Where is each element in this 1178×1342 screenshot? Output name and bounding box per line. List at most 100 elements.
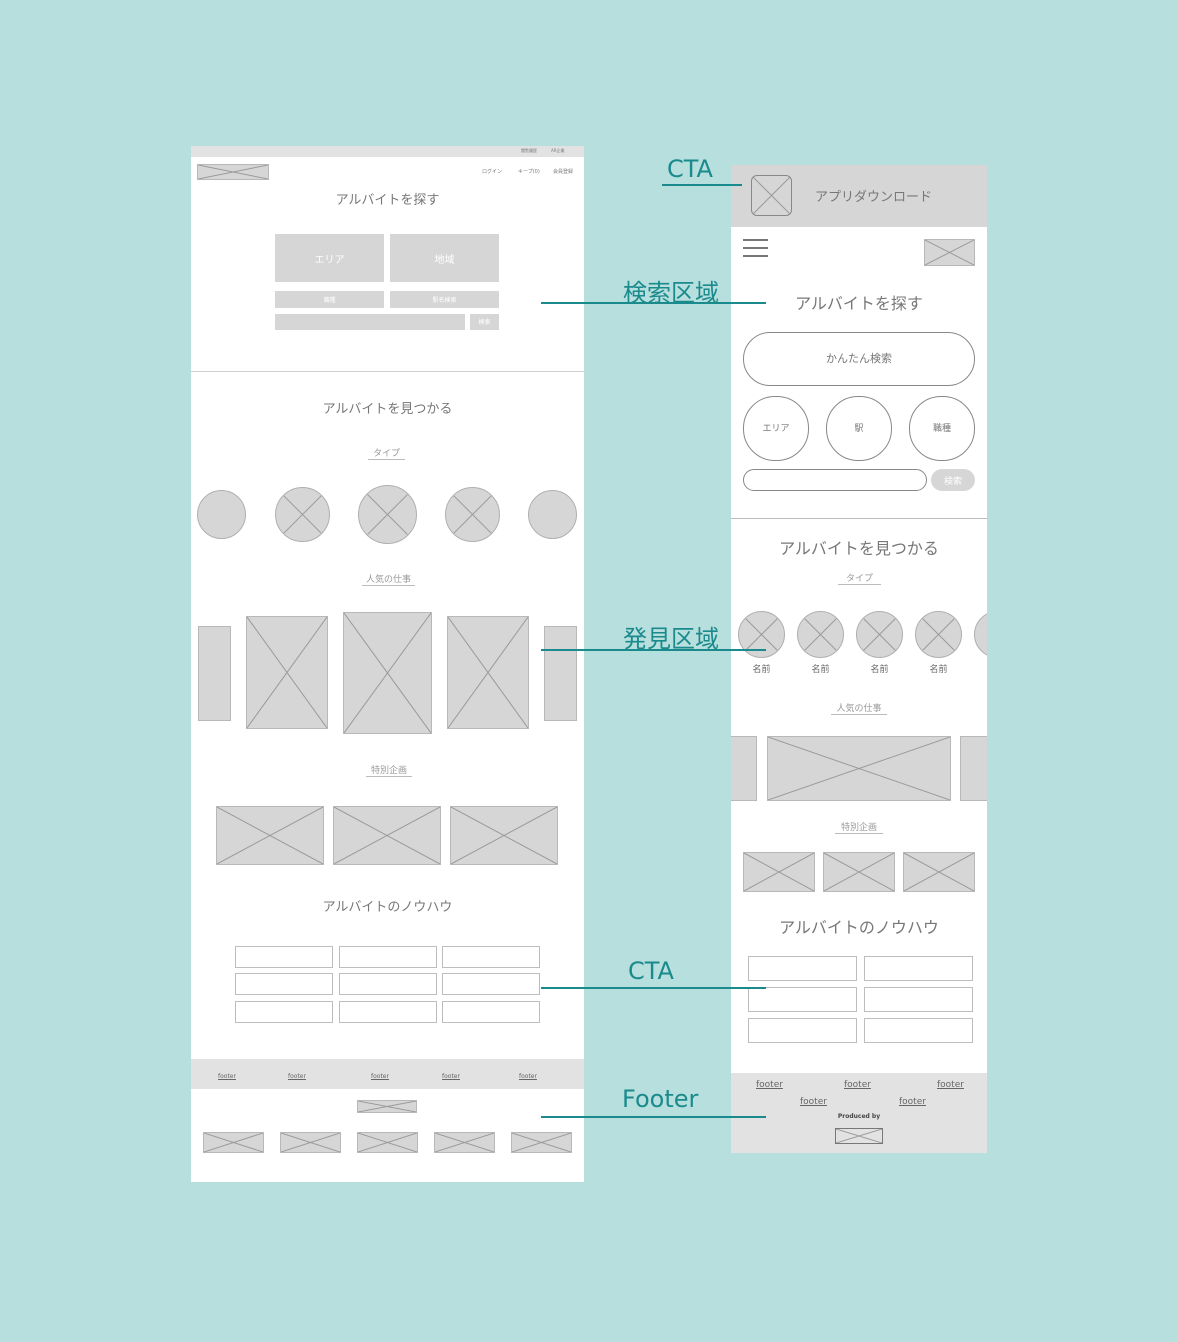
type-name: 名前 bbox=[752, 665, 771, 675]
mobile-job-label: 職種 bbox=[932, 424, 951, 434]
footer-link[interactable]: footer bbox=[371, 1073, 389, 1080]
mobile-type-circle-5[interactable] bbox=[974, 611, 987, 658]
type-circle-4[interactable] bbox=[445, 487, 500, 542]
placeholder-x-icon bbox=[334, 807, 440, 864]
special-card-1[interactable] bbox=[216, 806, 324, 865]
mobile-knowhow-item[interactable] bbox=[748, 987, 857, 1012]
knowhow-item[interactable] bbox=[442, 1001, 540, 1023]
section-divider bbox=[191, 371, 584, 372]
mobile-logo[interactable] bbox=[924, 239, 975, 266]
topbar-link-history[interactable]: 閲覧履歴 bbox=[521, 148, 537, 154]
callout-footer-line bbox=[541, 1116, 766, 1118]
placeholder-x-icon bbox=[798, 612, 843, 657]
mobile-search-submit[interactable]: 検索 bbox=[931, 469, 975, 491]
knowhow-item[interactable] bbox=[235, 973, 333, 995]
mobile-discover-title: アルバイトを見つかる bbox=[779, 539, 939, 558]
mobile-special-card-3[interactable] bbox=[903, 852, 975, 892]
mobile-knowhow-item[interactable] bbox=[748, 956, 857, 981]
callout-discover-line bbox=[541, 649, 766, 651]
mobile-footer-link[interactable]: footer bbox=[756, 1080, 783, 1090]
mobile-popular-card-right[interactable] bbox=[960, 736, 987, 801]
popular-card-4[interactable] bbox=[447, 616, 529, 729]
mobile-type-label: タイプ bbox=[838, 571, 881, 585]
mobile-knowhow-item[interactable] bbox=[748, 1018, 857, 1043]
special-card-3[interactable] bbox=[450, 806, 558, 865]
mobile-area-label: エリア bbox=[762, 424, 790, 434]
mobile-knowhow-item[interactable] bbox=[864, 1018, 973, 1043]
mobile-popular-card-main[interactable] bbox=[767, 736, 951, 801]
knowhow-item[interactable] bbox=[339, 973, 437, 995]
mobile-footer-link[interactable]: footer bbox=[800, 1097, 827, 1107]
mobile-footer-link[interactable]: footer bbox=[844, 1080, 871, 1090]
footer-banner[interactable] bbox=[280, 1132, 341, 1153]
callout-cta-mid-label: CTA bbox=[628, 957, 674, 985]
mobile-type-circle-2[interactable] bbox=[797, 611, 844, 658]
mobile-footer-link[interactable]: footer bbox=[899, 1097, 926, 1107]
mobile-knowhow-item[interactable] bbox=[864, 987, 973, 1012]
placeholder-x-icon bbox=[824, 853, 894, 891]
mobile-cta-banner[interactable]: アプリダウンロード bbox=[731, 165, 987, 227]
popular-card-1[interactable] bbox=[198, 626, 231, 721]
knowhow-item[interactable] bbox=[235, 946, 333, 968]
placeholder-x-icon bbox=[281, 1133, 340, 1152]
nav-keep[interactable]: キープ(0) bbox=[518, 168, 540, 175]
knowhow-item[interactable] bbox=[442, 973, 540, 995]
station-search-button[interactable]: 駅名検索 bbox=[390, 291, 499, 308]
mobile-station-button[interactable]: 駅 bbox=[826, 396, 892, 461]
footer-link[interactable]: footer bbox=[218, 1073, 236, 1080]
mobile-type-circle-3[interactable] bbox=[856, 611, 903, 658]
footer-link[interactable]: footer bbox=[519, 1073, 537, 1080]
region-button-label: 地域 bbox=[434, 255, 455, 266]
footer-banner[interactable] bbox=[203, 1132, 264, 1153]
mobile-type-circle-4[interactable] bbox=[915, 611, 962, 658]
popular-card-5[interactable] bbox=[544, 626, 577, 721]
topbar-link-company[interactable]: AR企業 bbox=[551, 148, 565, 154]
mobile-footer-link[interactable]: footer bbox=[937, 1080, 964, 1090]
area-button[interactable]: エリア bbox=[275, 234, 384, 282]
mobile-area-button[interactable]: エリア bbox=[743, 396, 809, 461]
knowhow-item[interactable] bbox=[339, 946, 437, 968]
knowhow-item[interactable] bbox=[442, 946, 540, 968]
type-circle-1[interactable] bbox=[197, 490, 246, 539]
footer-banner[interactable] bbox=[511, 1132, 572, 1153]
region-button[interactable]: 地域 bbox=[390, 234, 499, 282]
mobile-search-submit-label: 検索 bbox=[943, 477, 962, 487]
desktop-popular-label: 人気の仕事 bbox=[362, 572, 415, 586]
easy-search-button[interactable]: かんたん検索 bbox=[743, 332, 975, 386]
footer-banner[interactable] bbox=[357, 1132, 418, 1153]
type-circle-5[interactable] bbox=[528, 490, 577, 539]
type-circle-2[interactable] bbox=[275, 487, 330, 542]
mobile-knowhow-item[interactable] bbox=[864, 956, 973, 981]
easy-search-label: かんたん検索 bbox=[826, 352, 892, 365]
mobile-popular-card-left[interactable] bbox=[731, 736, 757, 801]
mobile-special-label: 特別企画 bbox=[835, 820, 883, 834]
hamburger-menu-icon[interactable] bbox=[743, 239, 768, 259]
nav-register[interactable]: 会員登録 bbox=[553, 168, 573, 175]
desktop-search-input[interactable] bbox=[275, 314, 465, 330]
placeholder-x-icon bbox=[435, 1133, 494, 1152]
desktop-search-submit[interactable]: 検索 bbox=[470, 314, 499, 330]
desktop-topbar: 閲覧履歴 AR企業 bbox=[191, 146, 584, 157]
placeholder-x-icon bbox=[744, 853, 814, 891]
popular-card-3[interactable] bbox=[343, 612, 432, 734]
knowhow-item[interactable] bbox=[339, 1001, 437, 1023]
job-button[interactable]: 職種 bbox=[275, 291, 384, 308]
type-circle-3[interactable] bbox=[358, 485, 417, 544]
mobile-job-button[interactable]: 職種 bbox=[909, 396, 975, 461]
footer-link[interactable]: footer bbox=[442, 1073, 460, 1080]
special-card-2[interactable] bbox=[333, 806, 441, 865]
footer-logo bbox=[357, 1100, 417, 1113]
knowhow-item[interactable] bbox=[235, 1001, 333, 1023]
nav-login[interactable]: ログイン bbox=[482, 168, 502, 175]
mobile-search-input[interactable] bbox=[743, 469, 927, 491]
desktop-logo[interactable] bbox=[197, 164, 269, 180]
footer-link[interactable]: footer bbox=[288, 1073, 306, 1080]
popular-card-2[interactable] bbox=[246, 616, 328, 729]
placeholder-x-icon bbox=[857, 612, 902, 657]
mobile-special-card-1[interactable] bbox=[743, 852, 815, 892]
footer-banner[interactable] bbox=[434, 1132, 495, 1153]
desktop-footer-bar: footer footer footer footer footer bbox=[191, 1059, 584, 1089]
type-name: 名前 bbox=[929, 665, 948, 675]
placeholder-x-icon bbox=[247, 617, 327, 728]
mobile-special-card-2[interactable] bbox=[823, 852, 895, 892]
